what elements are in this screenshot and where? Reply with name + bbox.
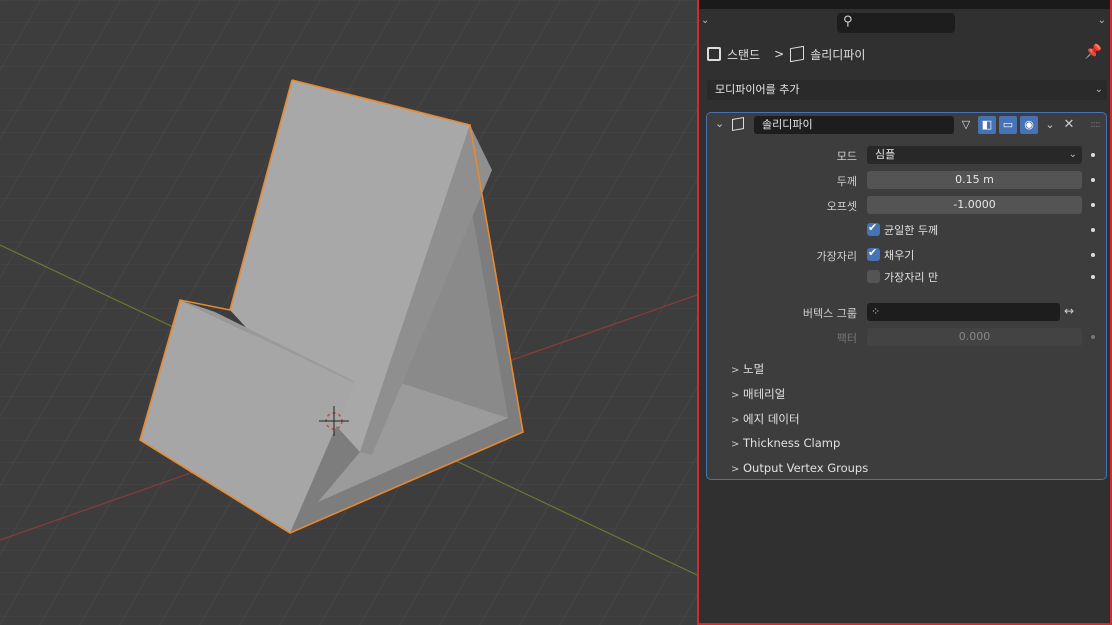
factor-field[interactable]: 0.000: [867, 328, 1082, 346]
search-input[interactable]: ⚲: [837, 13, 955, 33]
vertex-group-icon: ⁘: [871, 305, 881, 318]
keyframe-dot[interactable]: [1091, 335, 1095, 339]
chevron-down-icon[interactable]: ⌄: [701, 15, 709, 26]
thickness-field[interactable]: 0.15 m: [867, 171, 1082, 189]
keyframe-dot[interactable]: [1091, 178, 1095, 182]
add-modifier-label: 모디파이어를 추가: [715, 83, 800, 96]
keyframe-dot[interactable]: [1091, 153, 1095, 157]
subpanel-materials[interactable]: > 매테리얼: [731, 386, 785, 402]
even-thickness-checkbox[interactable]: [867, 221, 880, 236]
chevron-right-icon: >: [731, 439, 740, 450]
only-rim-checkbox[interactable]: [867, 270, 880, 283]
chevron-right-icon: >: [731, 390, 740, 401]
subpanel-label: 에지 데이터: [743, 412, 800, 426]
rim-fill-label: 채우기: [884, 249, 915, 262]
breadcrumb: 스탠드 > 솔리디파이: [707, 44, 865, 64]
close-icon[interactable]: ✕: [1060, 116, 1078, 134]
subpanel-label: 매테리얼: [743, 387, 786, 401]
on-cage-icon[interactable]: ▽: [957, 116, 975, 134]
even-thickness-label: 균일한 두께: [884, 224, 939, 237]
subpanel-label: Output Vertex Groups: [743, 461, 869, 475]
vertex-group-label: 버텍스 그룹: [802, 307, 857, 320]
edit-mode-icon[interactable]: ◧: [978, 116, 996, 134]
subpanel-edge-data[interactable]: > 에지 데이터: [731, 411, 800, 427]
rim-fill-checkbox[interactable]: [867, 246, 880, 261]
chevron-right-icon: >: [731, 464, 740, 475]
keyframe-dot[interactable]: [1091, 203, 1095, 207]
add-modifier-button[interactable]: 모디파이어를 추가 ⌄: [707, 80, 1107, 100]
subpanel-label: Thickness Clamp: [743, 436, 841, 450]
realtime-display-icon[interactable]: ▭: [999, 116, 1017, 134]
chevron-down-icon: ⌄: [1068, 149, 1077, 160]
mode-value: 심플: [875, 148, 896, 161]
keyframe-dot[interactable]: [1091, 275, 1095, 279]
subpanel-thickness-clamp[interactable]: > Thickness Clamp: [731, 436, 840, 450]
mode-label: 모드: [836, 150, 857, 163]
subpanel-label: 노멀: [743, 362, 765, 376]
solidify-icon: [732, 116, 744, 132]
offset-field[interactable]: -1.0000: [867, 196, 1082, 214]
subpanel-output-vertex-groups[interactable]: > Output Vertex Groups: [731, 461, 868, 475]
breadcrumb-modifier[interactable]: 솔리디파이: [810, 46, 865, 63]
properties-header: ⌄ ⚲ ⌄: [699, 10, 1110, 36]
solidify-modifier-panel: ⌄ 솔리디파이 ▽ ◧ ▭ ◉ ⌄ ✕ :::: 모드 심플 ⌄ 두께 0.15…: [706, 112, 1107, 480]
expand-chevron-icon[interactable]: ⌄: [715, 117, 724, 130]
vertex-group-field[interactable]: ⁘: [867, 303, 1060, 321]
modifier-menu-icon[interactable]: ⌄: [1041, 116, 1059, 134]
render-camera-icon[interactable]: ◉: [1020, 116, 1038, 134]
keyframe-dot[interactable]: [1091, 253, 1095, 257]
thickness-label: 두께: [836, 175, 857, 188]
3d-viewport[interactable]: [0, 0, 697, 625]
subpanel-normals[interactable]: > 노멀: [731, 361, 764, 377]
properties-panel: ⌄ ⚲ ⌄ 스탠드 > 솔리디파이 📌 모디파이어를 추가 ⌄ ⌄ 솔리디파이 …: [697, 0, 1112, 625]
breadcrumb-separator: >: [774, 47, 785, 61]
chevron-down-icon: ⌄: [1094, 84, 1103, 95]
rim-label: 가장자리: [816, 250, 857, 263]
keyframe-dot[interactable]: [1091, 228, 1095, 232]
chevron-right-icon: >: [731, 365, 740, 376]
pin-icon[interactable]: 📌: [1085, 44, 1102, 60]
panel-top-bar: [699, 0, 1110, 9]
modifier-header: ⌄ 솔리디파이 ▽ ◧ ▭ ◉ ⌄ ✕ ::::: [707, 113, 1106, 137]
chevron-right-icon: >: [731, 415, 740, 426]
factor-label: 팩터: [836, 332, 857, 345]
only-rim-label: 가장자리 만: [884, 271, 939, 284]
offset-label: 오프셋: [826, 200, 857, 213]
viewport-scene: [0, 0, 697, 625]
object-icon: [707, 47, 721, 61]
drag-handle-icon[interactable]: ::::: [1086, 116, 1104, 134]
breadcrumb-object[interactable]: 스탠드: [727, 46, 760, 63]
chevron-down-icon[interactable]: ⌄: [1098, 15, 1106, 26]
modifier-icon: [790, 45, 805, 63]
search-icon: ⚲: [843, 14, 853, 29]
invert-vertex-group-icon[interactable]: ↔: [1064, 304, 1074, 318]
modifier-name-field[interactable]: 솔리디파이: [754, 116, 954, 134]
mode-dropdown[interactable]: 심플 ⌄: [867, 146, 1082, 164]
